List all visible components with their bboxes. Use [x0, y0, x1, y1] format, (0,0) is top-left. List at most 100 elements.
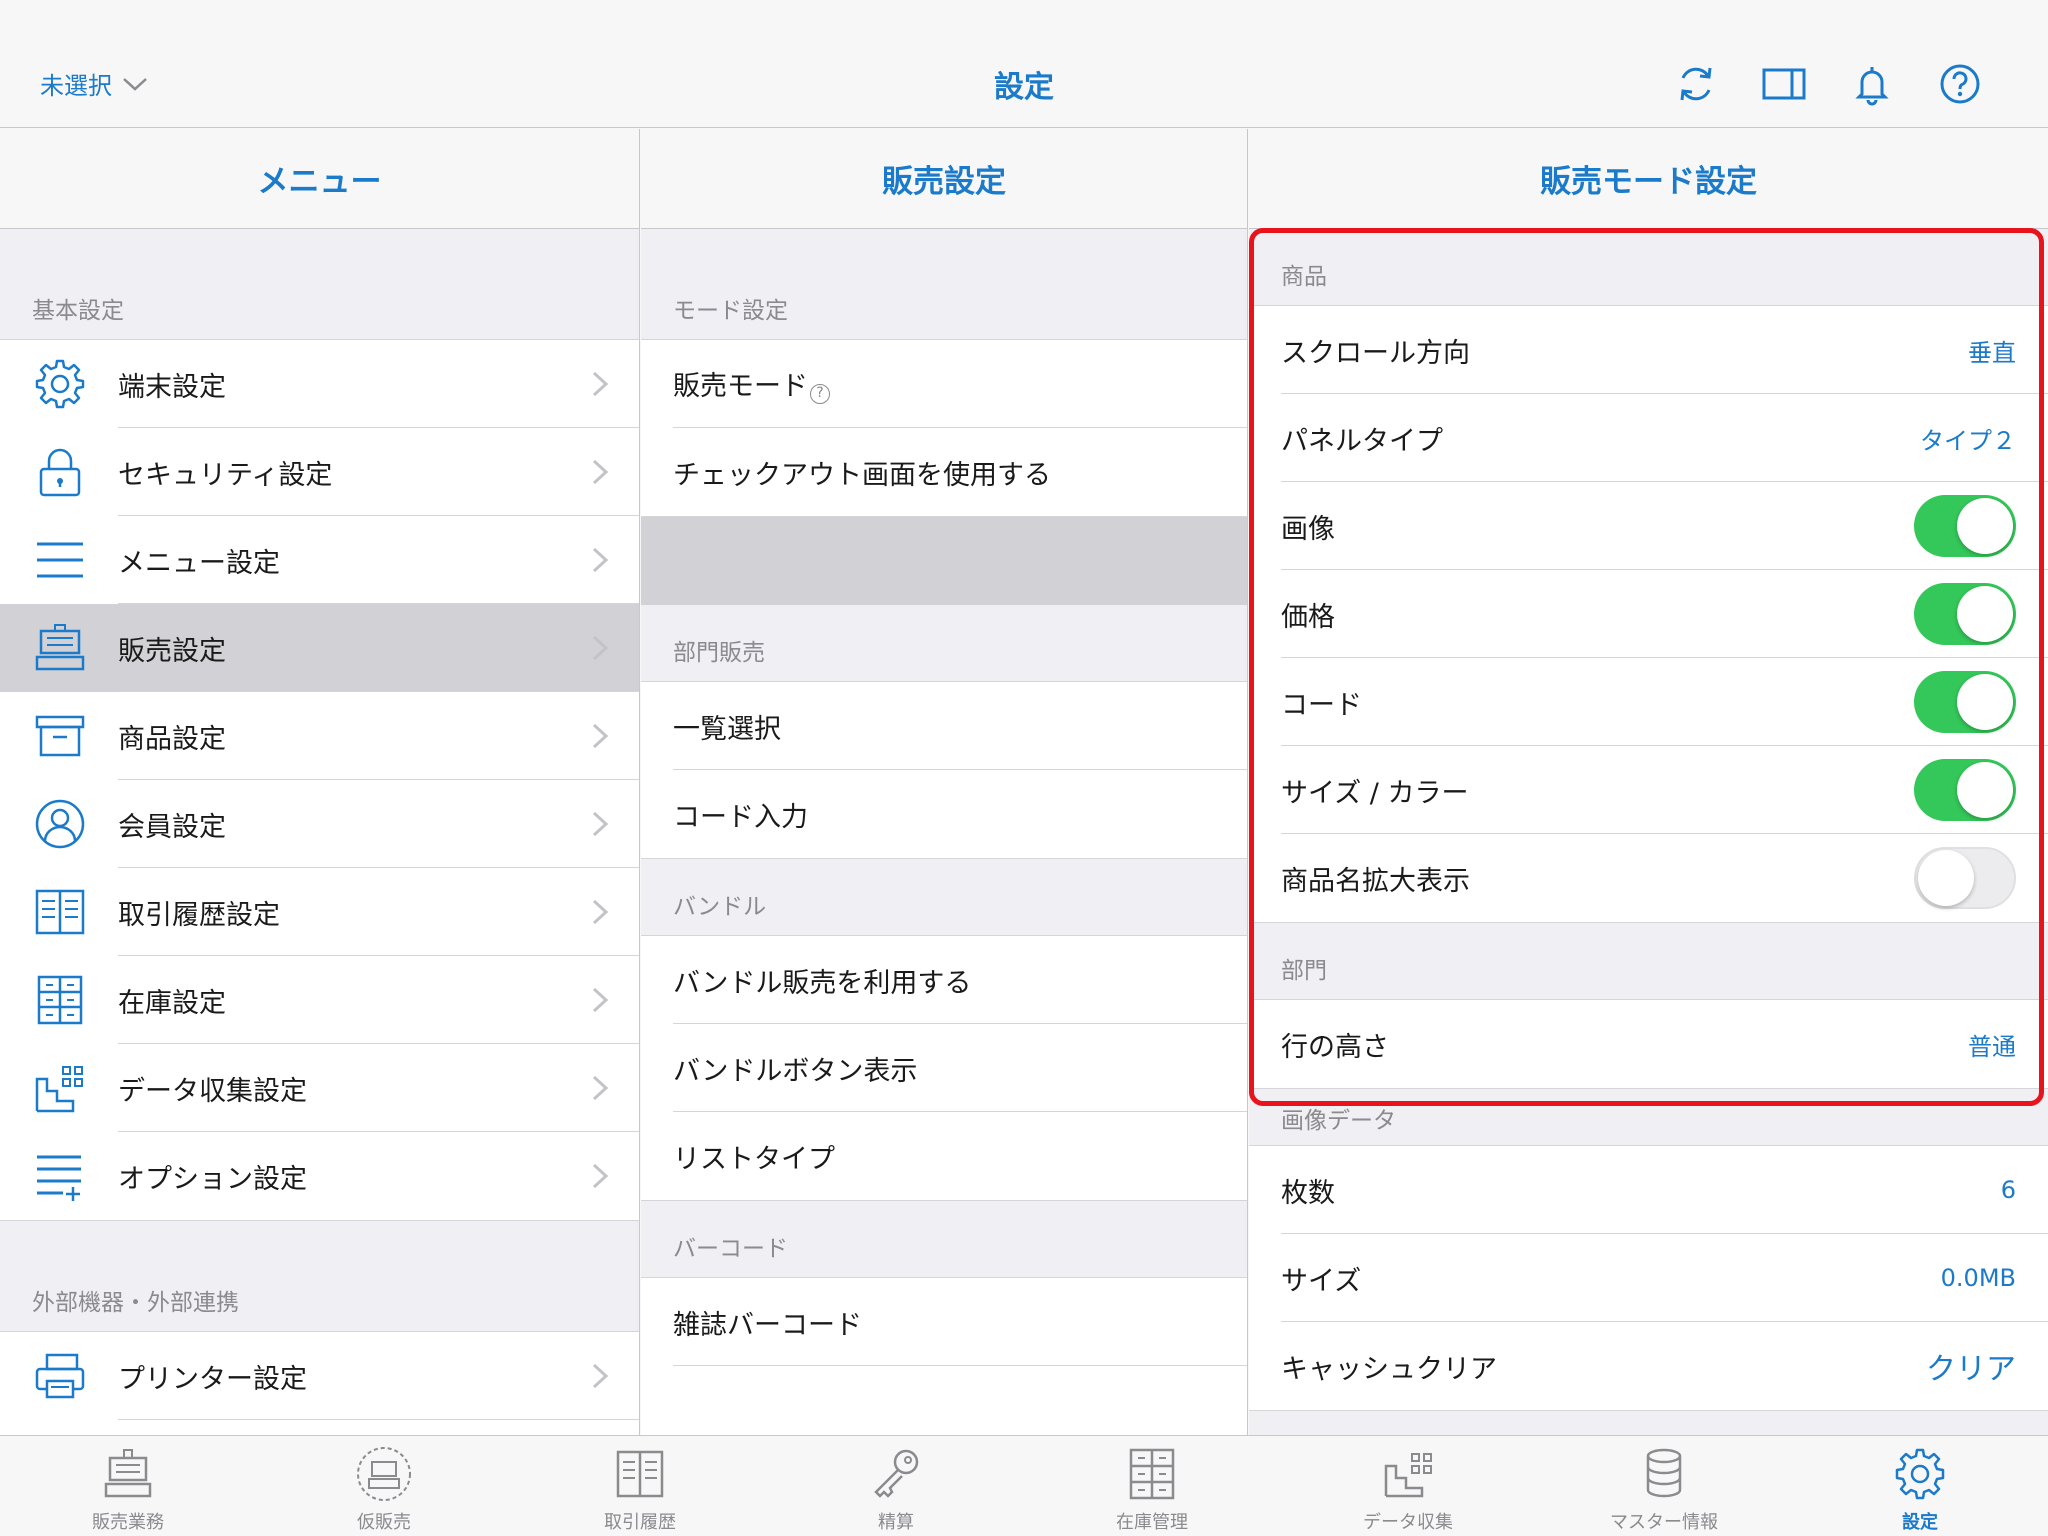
tab-settings[interactable]: 設定: [1792, 1436, 2048, 1536]
section-header-dept: 部門: [1281, 958, 1327, 984]
code-row: コード: [1249, 658, 2048, 746]
name-zoom-toggle[interactable]: [1914, 847, 2016, 909]
dept-list-select-label: 一覧選択: [673, 713, 781, 745]
menu-item-options[interactable]: オプション設定: [0, 1132, 639, 1220]
refresh-icon[interactable]: [1674, 62, 1718, 106]
chevron-right-icon: [592, 1075, 609, 1101]
menu-item-inventory[interactable]: 在庫設定: [0, 956, 639, 1044]
section-header-barcode: バーコード: [673, 1236, 788, 1262]
chevron-right-icon: [592, 1363, 609, 1389]
dept-code-input-row[interactable]: コード入力: [641, 770, 1247, 858]
sales-mode-row[interactable]: 販売モード?: [641, 340, 1247, 428]
checkout-screen-row[interactable]: チェックアウト画面を使用する: [641, 428, 1247, 516]
scroll-direction-row[interactable]: スクロール方向 垂直: [1249, 306, 2048, 394]
menu-item-menu[interactable]: メニュー設定: [0, 516, 639, 604]
section-header-product: 商品: [1281, 264, 1327, 290]
menu-item-product[interactable]: 商品設定: [0, 692, 639, 780]
image-count-label: 枚数: [1281, 1177, 1335, 1209]
list-type-row[interactable]: リストタイプ: [641, 1112, 1247, 1200]
menu-item-transaction-history[interactable]: 取引履歴設定: [0, 868, 639, 956]
register-icon: [32, 620, 88, 676]
code-toggle[interactable]: [1914, 671, 2016, 733]
row-height-row[interactable]: 行の高さ 普通: [1249, 1000, 2048, 1088]
menu-item-label: 端末設定: [118, 371, 226, 403]
magazine-barcode-label: 雑誌バーコード: [673, 1309, 862, 1341]
data-icon: [32, 1060, 88, 1116]
tab-settlement[interactable]: 精算: [768, 1436, 1024, 1536]
menu-item-label: 商品設定: [118, 723, 226, 755]
box-icon: [32, 708, 88, 764]
bundle-use-label: バンドル販売を利用する: [673, 967, 972, 999]
tab-label: 仮販売: [357, 1512, 411, 1533]
bell-icon[interactable]: [1850, 62, 1894, 106]
printer-icon: [32, 1348, 88, 1404]
section-header-mode: モード設定: [673, 298, 788, 324]
scroll-direction-value: 垂直: [1968, 338, 2016, 367]
bundle-button-row[interactable]: バンドルボタン表示: [641, 1024, 1247, 1112]
image-row: 画像: [1249, 482, 2048, 570]
cabinet-icon: [1129, 1448, 1175, 1500]
chevron-right-icon: [592, 811, 609, 837]
section-header-basic: 基本設定: [32, 298, 124, 324]
split-view-icon[interactable]: [1762, 62, 1806, 106]
chevron-right-icon: [592, 899, 609, 925]
panel-type-value: タイプ２: [1920, 426, 2016, 455]
tab-sales[interactable]: 販売業務: [0, 1436, 256, 1536]
gear-icon: [32, 356, 88, 412]
section-header-external: 外部機器・外部連携: [32, 1290, 239, 1316]
tab-label: データ収集: [1363, 1512, 1453, 1533]
tab-label: 設定: [1902, 1512, 1938, 1533]
help-circle-icon[interactable]: ?: [810, 384, 830, 404]
magazine-barcode-row[interactable]: 雑誌バーコード: [641, 1278, 1247, 1366]
list-type-label: リストタイプ: [673, 1143, 835, 1175]
cabinet-icon: [32, 972, 88, 1028]
menu-item-device[interactable]: 端末設定: [0, 340, 639, 428]
cache-clear-row: キャッシュクリア クリア: [1249, 1322, 2048, 1410]
selected-placeholder: [641, 517, 1247, 605]
dept-list-select-row[interactable]: 一覧選択: [641, 682, 1247, 770]
menu-item-data-collection[interactable]: データ収集設定: [0, 1044, 639, 1132]
tab-master-info[interactable]: マスター情報: [1536, 1436, 1792, 1536]
tab-label: 販売業務: [92, 1512, 164, 1533]
bundle-use-row[interactable]: バンドル販売を利用する: [641, 936, 1247, 1024]
sales-mode-settings-column: 販売モード設定 商品 スクロール方向 垂直 パネルタイプ タイプ２ 画像 価格 …: [1249, 129, 2048, 1435]
book-icon: [32, 884, 88, 940]
data-icon: [1384, 1453, 1432, 1498]
tab-temp-sales[interactable]: 仮販売: [256, 1436, 512, 1536]
tab-history[interactable]: 取引履歴: [512, 1436, 768, 1536]
image-toggle[interactable]: [1914, 495, 2016, 557]
menu-item-label: セキュリティ設定: [118, 459, 333, 491]
section-header-dept: 部門販売: [673, 640, 765, 666]
section-header-bundle: バンドル: [673, 894, 767, 920]
chevron-right-icon: [592, 635, 609, 661]
chevron-right-icon: [592, 1163, 609, 1189]
chevron-right-icon: [592, 547, 609, 573]
menu-item-label: 会員設定: [118, 811, 226, 843]
navigation-bar: 未選択 設定: [0, 0, 2048, 128]
menu-item-member[interactable]: 会員設定: [0, 780, 639, 868]
menu-item-sales[interactable]: 販売設定: [0, 604, 639, 692]
menu-item-label: オプション設定: [118, 1163, 307, 1195]
key-icon: [874, 1449, 919, 1498]
tab-label: マスター情報: [1610, 1512, 1718, 1533]
sales-settings-column: 販売設定 モード設定 販売モード? チェックアウト画面を使用する 部門販売 一覧…: [641, 129, 1248, 1435]
menu-item-partial[interactable]: [0, 1420, 639, 1435]
help-icon[interactable]: [1938, 62, 1982, 106]
barcode-row-partial[interactable]: [641, 1366, 1247, 1435]
menu-item-printer[interactable]: プリンター設定: [0, 1332, 639, 1420]
menu-item-label: メニュー設定: [118, 547, 280, 579]
tab-inventory[interactable]: 在庫管理: [1024, 1436, 1280, 1536]
menu-item-label: 在庫設定: [118, 987, 226, 1019]
menu-column: メニュー 基本設定 端末設定 セキュリティ設定 メニュー設定 販売設定 商品設定: [0, 129, 640, 1435]
image-count-value: 6: [2000, 1176, 2016, 1204]
size-color-toggle[interactable]: [1914, 759, 2016, 821]
price-toggle[interactable]: [1914, 583, 2016, 645]
image-count-row: 枚数 6: [1249, 1146, 2048, 1234]
tab-label: 在庫管理: [1116, 1512, 1188, 1533]
panel-type-row[interactable]: パネルタイプ タイプ２: [1249, 394, 2048, 482]
size-color-row: サイズ / カラー: [1249, 746, 2048, 834]
menu-item-security[interactable]: セキュリティ設定: [0, 428, 639, 516]
tab-data-collection[interactable]: データ収集: [1280, 1436, 1536, 1536]
cache-clear-button[interactable]: クリア: [1926, 1344, 2016, 1388]
menu-item-label: プリンター設定: [118, 1363, 307, 1395]
